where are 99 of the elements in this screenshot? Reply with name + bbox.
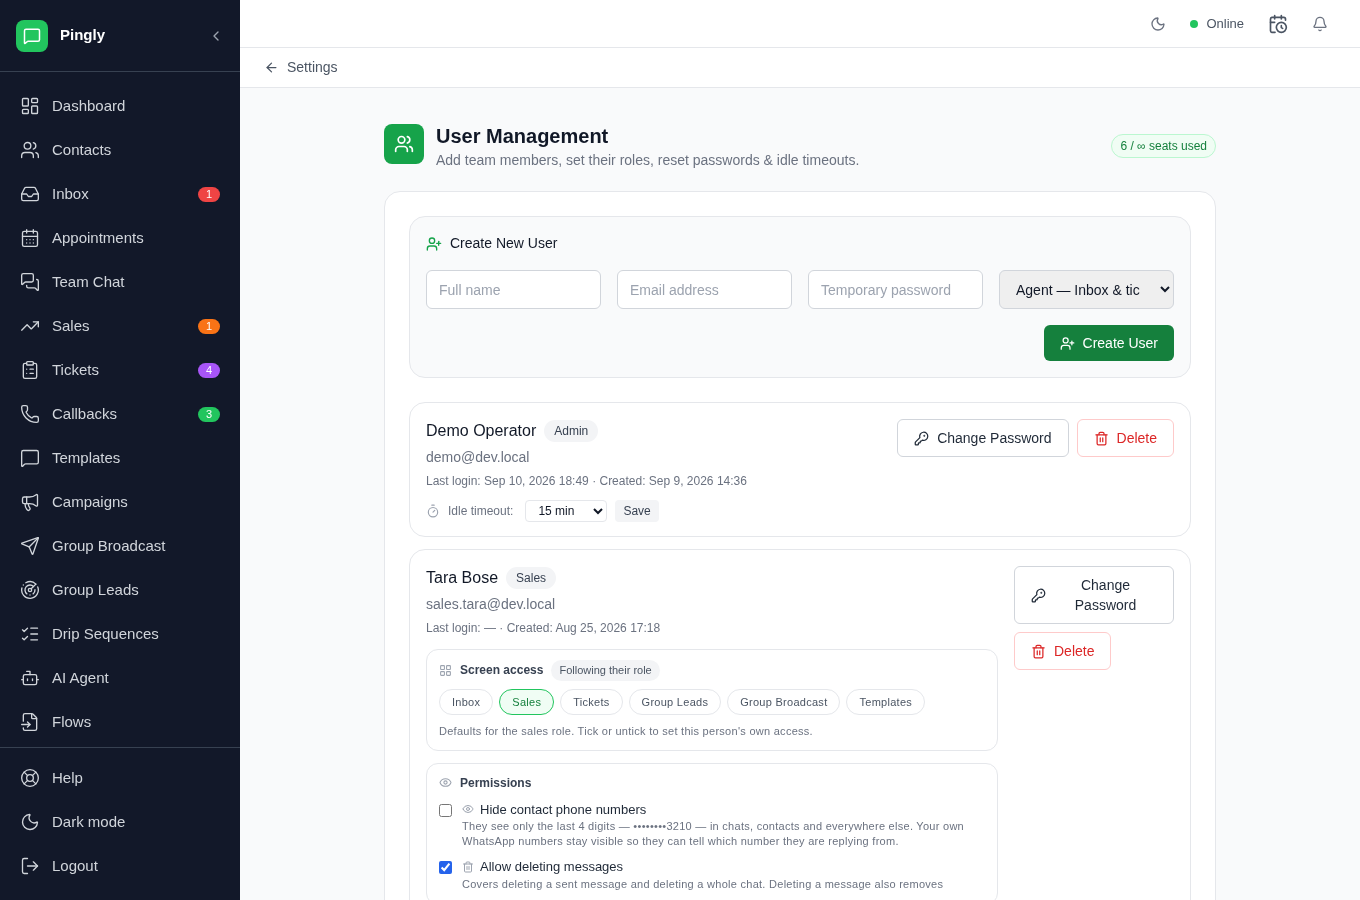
delete-button[interactable]: Delete	[1076, 419, 1174, 457]
idle-select[interactable]: 15 min	[525, 500, 608, 522]
nav-item[interactable]: Logout	[0, 844, 240, 888]
permission-label: Allow deleting messages	[480, 858, 624, 876]
nav-item[interactable]: Templates	[0, 436, 240, 480]
trash-icon	[1093, 430, 1109, 446]
seats-badge: 6 / ∞ seats used	[1111, 134, 1216, 158]
page-title: User Management	[436, 124, 610, 148]
text-field[interactable]: Temporary password	[808, 270, 983, 309]
nav-item[interactable]: Group Leads	[0, 568, 240, 612]
access-chip[interactable]: Group Leads	[628, 688, 722, 715]
back-arrow-icon	[264, 60, 279, 75]
bell-icon[interactable]	[1312, 15, 1328, 32]
change-password-button[interactable]: Change Password	[1014, 566, 1174, 624]
trash-icon	[1031, 643, 1046, 659]
user-meta: Last login: — · Created: Aug 25, 2026 17:18	[426, 620, 662, 637]
nav-item[interactable]: Dashboard	[0, 84, 240, 128]
nav-item[interactable]: Flows	[0, 700, 240, 744]
access-chip[interactable]: Tickets	[560, 688, 623, 715]
section-title: Permissions	[460, 774, 532, 792]
create-user-button[interactable]: Create User	[1043, 325, 1174, 361]
nav-item[interactable]: Help	[0, 756, 240, 800]
help-icon	[20, 768, 40, 788]
eye-icon	[462, 803, 474, 816]
nav-item[interactable]: Contacts	[0, 128, 240, 172]
count-badge: 4	[198, 362, 220, 378]
users-icon	[20, 140, 40, 160]
idle-label: Idle timeout:	[448, 503, 514, 520]
nav-item[interactable]: Group Broadcast	[0, 524, 240, 568]
message-icon	[20, 448, 40, 468]
user-name: Demo Operator	[426, 421, 537, 441]
access-chip[interactable]: Templates	[846, 688, 926, 715]
nav-item[interactable]: Team Chat	[0, 260, 240, 304]
page-subtitle: Add team members, set their roles, reset passwords & idle timeouts.	[436, 151, 861, 170]
save-button[interactable]: Save	[615, 500, 659, 522]
access-chip[interactable]: Group Broadcast	[727, 688, 841, 715]
status-tag: Following their role	[551, 660, 660, 681]
timer-icon	[426, 504, 440, 518]
count-badge: 1	[198, 186, 220, 202]
role-tag: Sales	[506, 567, 557, 589]
radar-icon	[20, 580, 40, 600]
back-link[interactable]: Settings	[264, 57, 338, 78]
chat-icon	[20, 272, 40, 292]
logo-icon	[16, 19, 48, 52]
text-field[interactable]: Email address	[617, 270, 792, 309]
count-badge: 3	[198, 406, 220, 422]
permission-label: Hide contact phone numbers	[480, 800, 647, 819]
permission-description: Covers deleting a sent message and deleting a whole chat. Deleting a message also removes	[462, 876, 945, 892]
nav-item[interactable]: Appointments	[0, 216, 240, 260]
calendar-icon	[20, 228, 40, 248]
phone-icon	[20, 404, 40, 424]
change-password-button[interactable]: Change Password	[897, 419, 1069, 457]
panel-title: Create New User	[450, 234, 558, 253]
key-icon	[1031, 587, 1046, 603]
eye-icon	[439, 776, 452, 789]
grid-icon	[439, 663, 452, 677]
user-email: demo@dev.local	[426, 448, 531, 467]
logout-icon	[20, 856, 40, 876]
inbox-icon	[20, 184, 40, 204]
status-label: Online	[1206, 14, 1244, 33]
permission-description: They see only the last 4 digits — ••••••••3210 — in chats, contacts and everywhere else. Your own WhatsApp numbers stay visible so they can tell which number they are replying from.	[462, 819, 965, 849]
nav-item[interactable]: Sales 1	[0, 304, 240, 348]
role-select[interactable]: Agent — Inbox & tic	[999, 270, 1174, 309]
text-field[interactable]: Full name	[426, 270, 601, 309]
access-note: Defaults for the sales role. Tick or untick to set this person's own access.	[439, 724, 814, 739]
trash-icon	[462, 860, 474, 873]
section-title: Screen access	[460, 662, 544, 680]
brand-name: Pingly	[60, 25, 106, 46]
role-tag: Admin	[544, 420, 599, 442]
nav-item[interactable]: Callbacks 3	[0, 392, 240, 436]
user-plus-icon	[426, 235, 442, 252]
megaphone-icon	[20, 492, 40, 512]
nav-item[interactable]: Inbox 1	[0, 172, 240, 216]
count-badge: 1	[198, 318, 220, 334]
permission-checkbox[interactable]	[439, 803, 452, 817]
dashboard-icon	[20, 96, 40, 116]
users-icon	[384, 124, 424, 164]
calendar-clock-icon[interactable]	[1268, 13, 1288, 34]
moon-icon	[20, 812, 40, 832]
user-name: Tara Bose	[426, 568, 499, 588]
bot-icon	[20, 668, 40, 688]
nav-item[interactable]: Dark mode	[0, 800, 240, 844]
nav-item[interactable]: Campaigns	[0, 480, 240, 524]
nav-item[interactable]: Drip Sequences	[0, 612, 240, 656]
user-plus-icon	[1059, 335, 1075, 351]
delete-button[interactable]: Delete	[1014, 632, 1112, 670]
key-icon	[914, 430, 930, 446]
permission-checkbox[interactable]	[439, 861, 452, 874]
user-meta: Last login: Sep 10, 2026 18:49 · Created: Sep 9, 2026 14:36	[426, 473, 748, 490]
clipboard-icon	[20, 360, 40, 380]
checklist-icon	[20, 624, 40, 644]
nav-item[interactable]: AI Agent	[0, 656, 240, 700]
access-chip[interactable]: Sales	[499, 688, 555, 715]
nav-item[interactable]: Tickets 4	[0, 348, 240, 392]
file-input-icon	[20, 712, 40, 732]
user-email: sales.tara@dev.local	[426, 595, 557, 614]
moon-icon[interactable]	[1150, 15, 1167, 32]
send-icon	[20, 536, 40, 556]
access-chip[interactable]: Inbox	[439, 688, 494, 715]
